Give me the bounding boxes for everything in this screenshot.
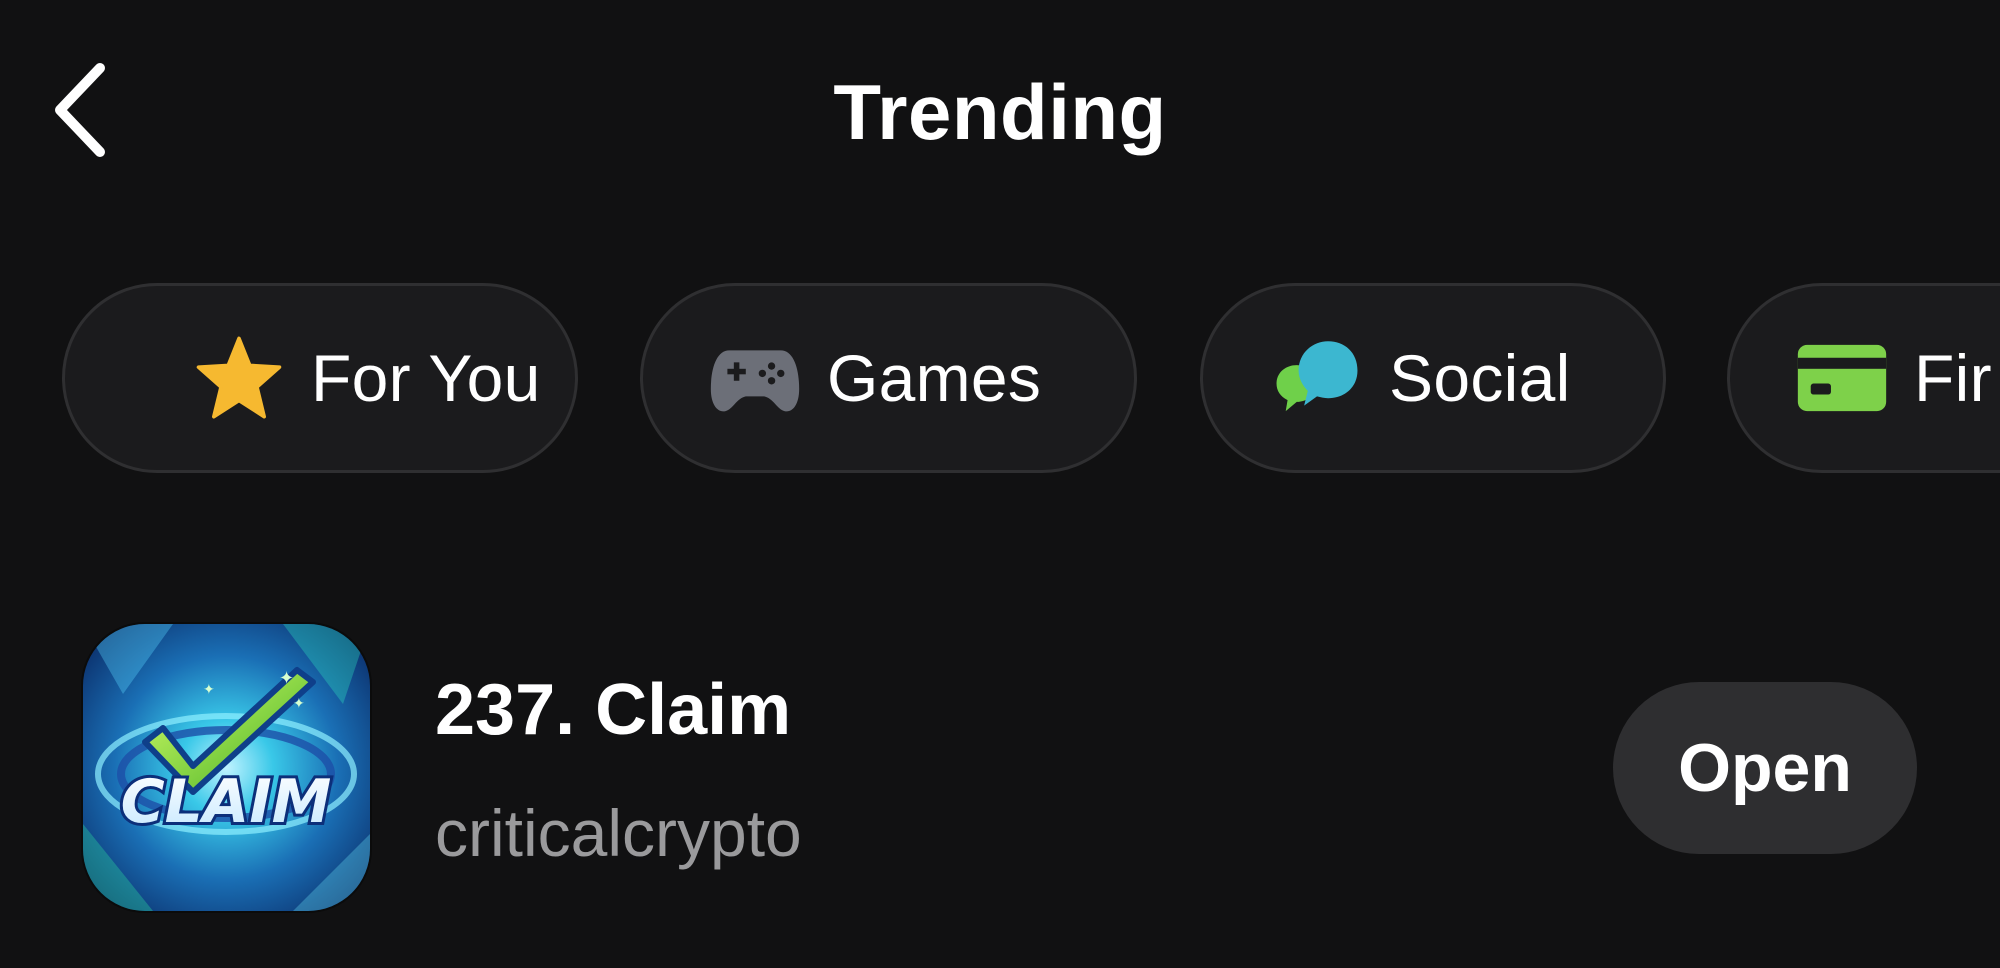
- claim-logo-icon: CLAIM ✦ ✦ ✦: [83, 624, 370, 911]
- chip-label: For You: [311, 341, 541, 415]
- chip-for-you[interactable]: For You: [62, 283, 578, 473]
- star-icon: [193, 332, 285, 424]
- gamepad-icon: [709, 332, 801, 424]
- category-chips: For You Games Social Fir: [0, 283, 2000, 477]
- app-list-item[interactable]: CLAIM ✦ ✦ ✦ 237. Claim criticalcrypto Op…: [0, 620, 2000, 920]
- chat-bubbles-icon: [1271, 332, 1363, 424]
- page-title: Trending: [833, 68, 1167, 156]
- chip-label: Social: [1389, 341, 1571, 415]
- svg-text:CLAIM: CLAIM: [121, 767, 332, 837]
- chip-label: Games: [827, 341, 1042, 415]
- open-button[interactable]: Open: [1613, 682, 1917, 854]
- credit-card-icon: [1796, 332, 1888, 424]
- header: Trending: [0, 0, 2000, 230]
- chip-finance[interactable]: Fir: [1727, 283, 2000, 473]
- svg-text:✦: ✦: [279, 668, 294, 688]
- app-icon: CLAIM ✦ ✦ ✦: [83, 624, 370, 911]
- chip-label: Fir: [1914, 341, 1992, 415]
- svg-text:✦: ✦: [293, 695, 305, 711]
- chip-social[interactable]: Social: [1200, 283, 1666, 473]
- app-author: criticalcrypto: [435, 796, 802, 870]
- svg-text:✦: ✦: [203, 681, 215, 697]
- chip-games[interactable]: Games: [640, 283, 1137, 473]
- app-name: 237. Claim: [435, 670, 792, 750]
